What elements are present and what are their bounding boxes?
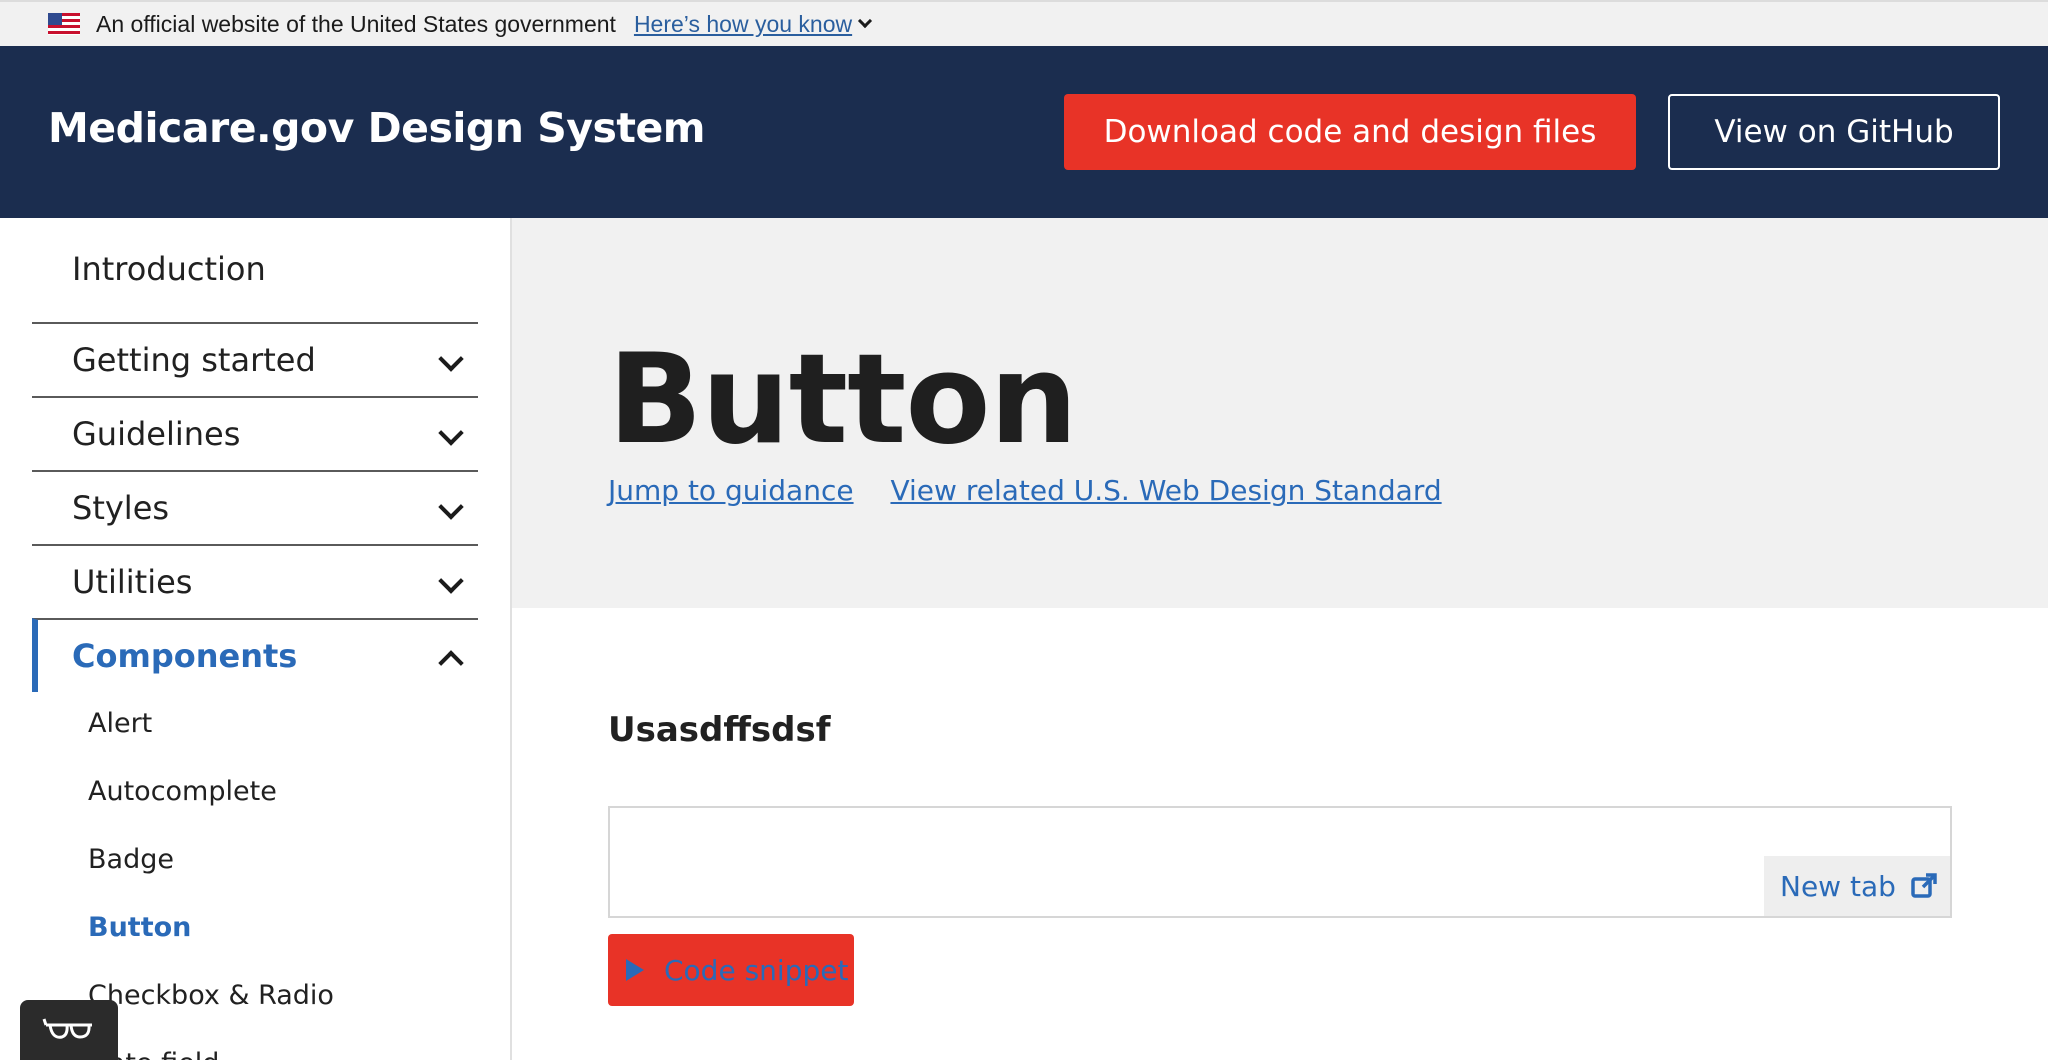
new-tab-label: New tab [1780, 869, 1896, 903]
site-header: Medicare.gov Design System Download code… [0, 46, 2048, 218]
sidebar-item-label: Guidelines [72, 415, 241, 453]
accessibility-widget-button[interactable] [20, 1000, 118, 1060]
glasses-icon [42, 1018, 92, 1039]
sidebar-item-guidelines[interactable]: Guidelines [32, 396, 478, 470]
chevron-up-icon[interactable] [438, 650, 464, 676]
hero-links: Jump to guidance View related U.S. Web D… [608, 474, 1470, 507]
page-hero: Button Jump to guidance View related U.S… [512, 218, 2048, 608]
sidebar-item-label: Utilities [72, 563, 193, 601]
sidebar-item-label: Styles [72, 489, 170, 527]
download-button[interactable]: Download code and design files [1064, 94, 1636, 170]
code-snippet-label: Code snippet [664, 953, 849, 987]
new-tab-link[interactable]: New tab [1764, 856, 1950, 916]
gov-banner-text: An official website of the United States… [96, 10, 616, 37]
example-preview-frame: New tab [608, 806, 1952, 918]
sidebar-subitem-button[interactable]: Button [88, 912, 191, 943]
chevron-down-icon[interactable] [438, 420, 464, 446]
view-uswds-link[interactable]: View related U.S. Web Design Standard [890, 474, 1441, 507]
page-title: Button [608, 328, 1078, 472]
sidebar-subitem-checkbox-radio[interactable]: Checkbox & Radio [88, 980, 334, 1011]
code-snippet-toggle-button[interactable]: Code snippet [608, 934, 854, 1006]
sidebar-item-label: Components [72, 637, 298, 675]
external-link-icon [1911, 873, 1937, 898]
sidebar-subitem-autocomplete[interactable]: Autocomplete [88, 776, 277, 807]
site-title[interactable]: Medicare.gov Design System [48, 104, 706, 152]
chevron-down-icon[interactable] [438, 568, 464, 594]
section-heading: Usasdffsdsf [608, 710, 831, 750]
gov-banner: An official website of the United States… [0, 0, 2048, 46]
sidebar-item-components[interactable]: Components [32, 618, 478, 692]
sidebar-subitem-alert[interactable]: Alert [88, 708, 152, 739]
chevron-down-icon[interactable] [438, 494, 464, 520]
sidebar-item-styles[interactable]: Styles [32, 470, 478, 544]
jump-to-guidance-link[interactable]: Jump to guidance [608, 474, 854, 507]
github-button[interactable]: View on GitHub [1668, 94, 2000, 170]
sidebar-item-getting-started[interactable]: Getting started [32, 322, 478, 396]
heres-how-you-know-link[interactable]: Here’s how you know [634, 11, 852, 38]
sidebar-item-label: Getting started [72, 341, 316, 379]
chevron-down-icon[interactable] [858, 13, 873, 29]
sidebar-item-label: Introduction [72, 250, 266, 288]
play-triangle-icon [626, 959, 644, 981]
sidebar-item-utilities[interactable]: Utilities [32, 544, 478, 618]
sidebar-subitem-badge[interactable]: Badge [88, 844, 174, 875]
chevron-down-icon[interactable] [438, 346, 464, 372]
us-flag-icon [48, 13, 80, 35]
sidebar-item-introduction[interactable]: Introduction [32, 232, 478, 306]
sidebar-nav: Introduction Getting started Guidelines … [0, 218, 512, 1060]
